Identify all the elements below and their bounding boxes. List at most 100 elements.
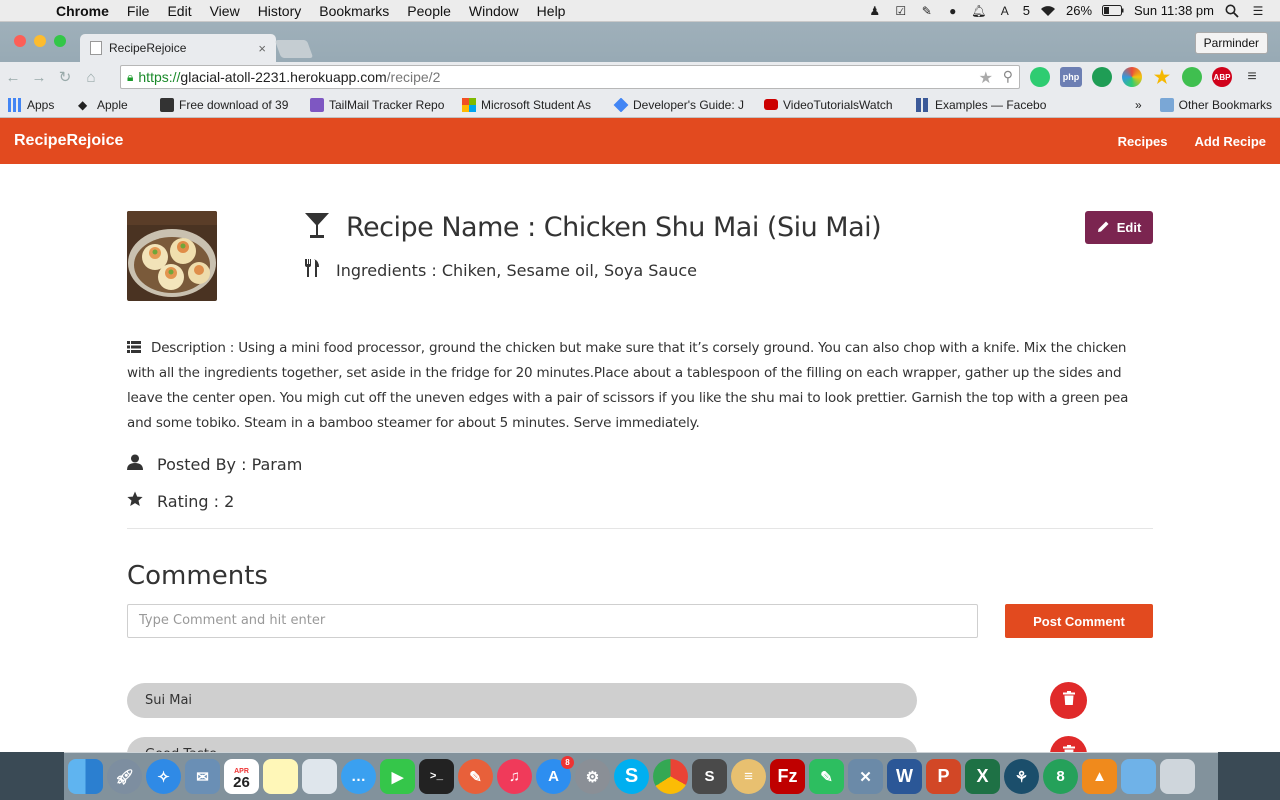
chrome-menu-icon[interactable]: ≡ — [1242, 67, 1262, 87]
trash-can-icon[interactable] — [1160, 759, 1195, 794]
vlc-cone-icon[interactable]: ▲ — [1082, 759, 1117, 794]
chat-extension-icon[interactable] — [1182, 67, 1202, 87]
adobe-icon[interactable]: A — [997, 4, 1013, 18]
brand-logo-link[interactable]: RecipeRejoice — [14, 132, 123, 150]
delete-comment-button[interactable] — [1050, 682, 1087, 719]
menu-edit[interactable]: Edit — [158, 3, 200, 19]
app-menu-chrome[interactable]: Chrome — [56, 3, 118, 19]
ingredients-row: Ingredients : Chiken, Sesame oil, Soya S… — [304, 259, 697, 281]
menu-bookmarks[interactable]: Bookmarks — [310, 3, 398, 19]
battery-icon[interactable] — [1102, 4, 1124, 18]
bookmark-star-icon[interactable]: ★ — [979, 68, 993, 88]
notification-bell-icon[interactable]: 🔔︎ — [971, 4, 987, 18]
menu-window[interactable]: Window — [460, 3, 528, 19]
new-tab-button[interactable] — [274, 40, 314, 58]
bookmark-apps[interactable]: Apps — [0, 97, 70, 112]
bookmark-video-tutorials[interactable]: VideoTutorialsWatch — [756, 98, 908, 112]
microsoft-favicon-icon — [462, 97, 476, 112]
chrome-icon[interactable] — [653, 759, 688, 794]
chat-bubble-icon[interactable]: ● — [945, 4, 961, 18]
window-minimize-button[interactable] — [34, 35, 46, 47]
menu-history[interactable]: History — [249, 3, 311, 19]
xcode-tools-icon[interactable]: ✕ — [848, 759, 883, 794]
window-zoom-button[interactable] — [54, 35, 66, 47]
pancake-stack-icon[interactable]: ≡ — [731, 759, 766, 794]
url-path: /recipe/2 — [386, 69, 441, 85]
evernote-green-icon[interactable]: 8 — [1043, 759, 1078, 794]
post-comment-button[interactable]: Post Comment — [1005, 604, 1153, 638]
posted-by-text: Posted By : Param — [157, 454, 303, 474]
bookmark-developers-guide[interactable]: Developer's Guide: J — [606, 97, 756, 112]
launchpad-rocket-icon[interactable]: 🚀︎ — [107, 759, 142, 794]
notes-icon[interactable] — [263, 759, 298, 794]
nav-add-recipe-link[interactable]: Add Recipe — [1194, 134, 1266, 149]
bookmark-microsoft[interactable]: Microsoft Student As — [454, 97, 606, 112]
app-store-icon[interactable]: A 8 — [536, 756, 574, 794]
evernote-dock-icon[interactable]: ✎ — [809, 759, 844, 794]
bookmark-examples-facebook[interactable]: Examples — Facebo — [908, 97, 1058, 112]
spotlight-search-icon[interactable] — [1224, 4, 1240, 18]
excel-icon[interactable]: X — [965, 759, 1000, 794]
mail-stamp-icon[interactable]: ✉ — [185, 759, 220, 794]
address-bar[interactable]: 🔒︎ https:// glacial-atoll-2231.herokuapp… — [120, 65, 1020, 89]
finder-icon[interactable] — [68, 759, 103, 794]
menu-file[interactable]: File — [118, 3, 159, 19]
color-picker-extension-icon[interactable] — [1122, 67, 1142, 87]
applications-folder-icon[interactable] — [1121, 759, 1156, 794]
wifi-icon[interactable] — [1040, 4, 1056, 18]
bookmark-free-download[interactable]: Free download of 39 — [152, 97, 302, 112]
bookmark-label: Developer's Guide: J — [633, 97, 745, 112]
zoom-magnifier-icon[interactable]: ⚲ — [1003, 68, 1013, 85]
menu-help[interactable]: Help — [528, 3, 575, 19]
filezilla-icon[interactable]: Fz — [770, 759, 805, 794]
facetime-icon[interactable]: ▶ — [380, 759, 415, 794]
skype-icon[interactable]: S — [614, 759, 649, 794]
grammarly-extension-icon[interactable] — [1030, 67, 1050, 87]
bookmarks-overflow-chevron[interactable]: » — [1125, 98, 1152, 112]
pencil-app-icon[interactable]: ✎ — [458, 759, 493, 794]
safari-compass-icon[interactable]: ✧ — [146, 759, 181, 794]
adblock-plus-extension-icon[interactable]: ABP — [1212, 67, 1232, 87]
mendeley-extension-icon[interactable] — [1092, 67, 1112, 87]
adobe-count: 5 — [1022, 3, 1030, 18]
menu-people[interactable]: People — [398, 3, 460, 19]
favorites-star-extension-icon[interactable]: ★ — [1152, 67, 1172, 87]
back-arrow-icon[interactable]: ← — [0, 69, 26, 86]
sublime-text-icon[interactable]: S — [692, 759, 727, 794]
delete-comment-button[interactable] — [1050, 736, 1087, 752]
download-favicon-icon — [160, 97, 174, 112]
bookmark-other-bookmarks[interactable]: Other Bookmarks — [1152, 97, 1280, 112]
notification-center-icon[interactable]: ☰ — [1250, 4, 1266, 18]
word-icon[interactable]: W — [887, 759, 922, 794]
reload-icon[interactable]: ↻ — [52, 68, 78, 86]
tab-close-icon[interactable]: × — [258, 41, 266, 56]
description-text: Description : Using a mini food processo… — [127, 340, 1129, 431]
evernote-icon[interactable]: ✎ — [919, 4, 935, 18]
secure-lock-icon[interactable]: 🔒︎ — [127, 70, 133, 85]
checklist-icon[interactable]: ☑ — [893, 4, 909, 18]
nav-recipes-link[interactable]: Recipes — [1118, 134, 1168, 149]
forward-arrow-icon[interactable]: → — [26, 69, 52, 86]
php-extension-icon[interactable]: php — [1060, 67, 1082, 87]
rating-row: Rating : 2 — [127, 491, 234, 511]
system-preferences-gear-icon[interactable]: ⚙ — [575, 759, 610, 794]
window-close-button[interactable] — [14, 35, 26, 47]
messages-bubble-icon[interactable]: … — [341, 759, 376, 794]
powerpoint-icon[interactable]: P — [926, 759, 961, 794]
profile-button[interactable]: Parminder — [1194, 32, 1268, 54]
edit-recipe-button[interactable]: Edit — [1085, 211, 1153, 244]
bookmark-label: Other Bookmarks — [1178, 97, 1272, 112]
clock[interactable]: Sun 11:38 pm — [1134, 3, 1214, 18]
menu-view[interactable]: View — [201, 3, 249, 19]
preview-icon[interactable] — [302, 759, 337, 794]
sourcetree-icon[interactable]: ⚘ — [1004, 759, 1039, 794]
tuneup-icon[interactable]: ♟ — [867, 4, 883, 18]
bookmark-tailmail[interactable]: TailMail Tracker Repo — [302, 97, 454, 112]
bookmark-apple[interactable]: ◆ Apple — [70, 98, 152, 112]
calendar-icon[interactable]: APR 26 — [224, 759, 259, 794]
comment-input[interactable]: Type Comment and hit enter — [127, 604, 978, 638]
browser-tab-active[interactable]: RecipeRejoice × — [80, 34, 276, 62]
terminal-icon[interactable]: >_ — [419, 759, 454, 794]
home-icon[interactable]: ⌂ — [78, 69, 104, 86]
itunes-music-icon[interactable]: ♫ — [497, 759, 532, 794]
